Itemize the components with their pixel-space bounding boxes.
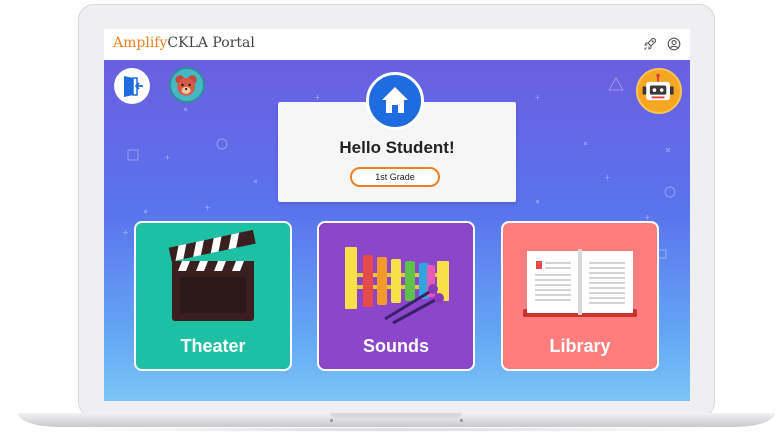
student-avatar[interactable]: [169, 67, 205, 103]
home-button[interactable]: [366, 72, 424, 130]
laptop-foot-right: [460, 419, 463, 422]
svg-text:+: +: [204, 203, 211, 212]
brand-prefix: Amplify: [113, 35, 168, 51]
tile-label: Theater: [180, 336, 246, 356]
clapperboard-icon: [168, 229, 256, 321]
top-bar: AmplifyCKLA Portal: [104, 29, 690, 61]
open-book-icon: [523, 249, 637, 317]
svg-text:+: +: [534, 93, 541, 102]
robot-avatar-button[interactable]: [636, 68, 682, 114]
laptop-shadow: [60, 427, 730, 432]
app-screen: AmplifyCKLA Portal + + + + + + + Hello S…: [104, 29, 690, 401]
bear-avatar-icon: [175, 75, 197, 96]
laptop-notch: [330, 413, 462, 418]
svg-text:+: +: [604, 173, 611, 182]
tile-library[interactable]: Library: [501, 221, 659, 371]
exit-icon: [124, 76, 143, 97]
greeting-text: Hello Student!: [339, 138, 455, 157]
main-area: + + + + + + + +: [104, 60, 690, 401]
svg-text:+: +: [164, 153, 171, 162]
home-icon: [382, 87, 408, 113]
grade-badge[interactable]: 1st Grade: [350, 167, 440, 187]
svg-text:+: +: [122, 228, 129, 237]
tile-label: Library: [549, 336, 611, 356]
brand-suffix: CKLA Portal: [167, 35, 255, 51]
exit-button[interactable]: [114, 68, 150, 104]
tile-theater[interactable]: Theater: [134, 221, 292, 371]
svg-text:+: +: [314, 93, 321, 102]
rocket-icon[interactable]: [643, 37, 657, 51]
laptop-foot-left: [330, 419, 333, 422]
xylophone-icon: [345, 247, 449, 325]
tile-label: Sounds: [363, 336, 429, 356]
robot-icon: [642, 73, 674, 101]
app-title: AmplifyCKLA Portal: [113, 35, 255, 51]
user-circle-icon[interactable]: [667, 37, 681, 51]
tile-sounds[interactable]: Sounds: [317, 221, 475, 371]
